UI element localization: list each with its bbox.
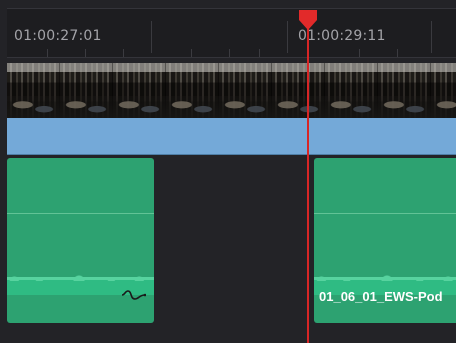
ruler-major-tick bbox=[431, 21, 432, 53]
audio-center-line bbox=[314, 213, 456, 214]
ruler-minor-tick bbox=[123, 49, 124, 57]
video-thumbnail bbox=[113, 63, 166, 118]
ruler-major-tick bbox=[151, 21, 152, 53]
ruler-minor-tick bbox=[397, 49, 398, 57]
video-thumbnail bbox=[325, 63, 378, 118]
ruler-minor-tick bbox=[229, 49, 230, 57]
ruler-minor-tick bbox=[259, 49, 260, 57]
ruler-timecode-left: 01:00:27:01 bbox=[14, 28, 102, 44]
audio-fade-icon[interactable] bbox=[121, 289, 146, 305]
video-track[interactable] bbox=[7, 63, 456, 118]
video-thumbnail bbox=[166, 63, 219, 118]
audio-clip-right[interactable]: 01_06_01_EWS-Pod bbox=[314, 158, 456, 323]
audio-track[interactable]: 01_06_01_EWS-Pod bbox=[7, 158, 456, 343]
timeline-panel[interactable]: 01:00:27:01 01:00:29:11 01_06_01_EWS-Pod bbox=[0, 0, 456, 343]
audio-clip-name: 01_06_01_EWS-Pod bbox=[319, 289, 443, 304]
playhead-icon[interactable] bbox=[297, 8, 319, 32]
video-thumbnail bbox=[60, 63, 113, 118]
video-thumbnail bbox=[219, 63, 272, 118]
video-thumbnail bbox=[378, 63, 431, 118]
video-thumbnail bbox=[7, 63, 60, 118]
playhead-line bbox=[307, 20, 309, 343]
video-thumbnail bbox=[272, 63, 325, 118]
ruler-minor-tick bbox=[47, 49, 48, 57]
audio-clip-left[interactable] bbox=[7, 158, 154, 323]
ruler-minor-tick bbox=[191, 49, 192, 57]
ruler-minor-tick bbox=[85, 49, 86, 57]
ruler-minor-tick bbox=[359, 49, 360, 57]
audio-center-line bbox=[7, 213, 154, 214]
video-clip-bar[interactable] bbox=[7, 118, 456, 155]
timecode-ruler[interactable]: 01:00:27:01 01:00:29:11 bbox=[7, 8, 456, 58]
ruler-major-tick bbox=[287, 21, 288, 53]
video-thumbnail bbox=[431, 63, 456, 118]
